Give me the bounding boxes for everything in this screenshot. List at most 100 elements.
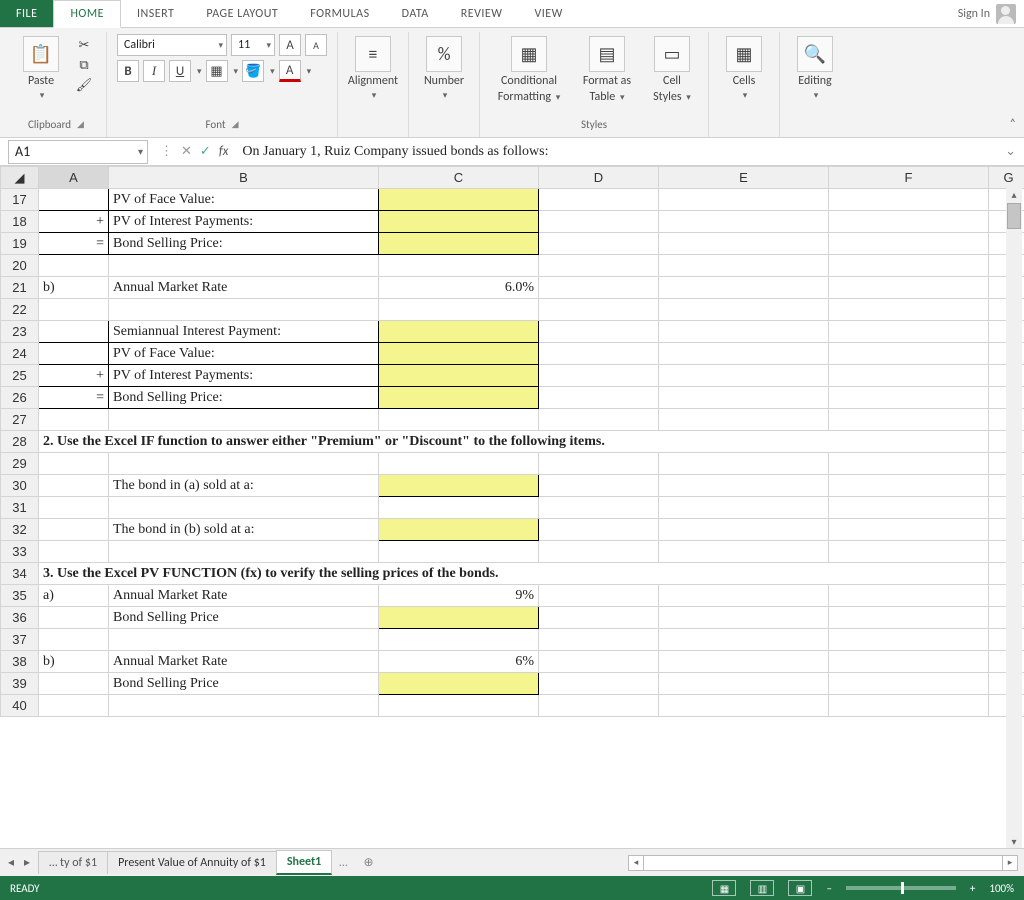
cell[interactable] <box>379 519 539 541</box>
cell[interactable]: = <box>39 233 109 255</box>
alignment-button[interactable]: ≡ Alignment ▾ <box>348 34 398 101</box>
tab-file[interactable]: FILE <box>0 0 53 27</box>
zoom-slider[interactable] <box>846 886 956 890</box>
name-box[interactable]: A1 <box>8 140 148 164</box>
font-launcher-icon[interactable]: ◢ <box>232 119 239 130</box>
zoom-out-icon[interactable]: – <box>826 882 831 895</box>
cell[interactable]: Bond Selling Price <box>109 673 379 695</box>
sheet-tabs-more[interactable]: … <box>331 856 355 870</box>
row-header[interactable]: 28 <box>1 431 39 453</box>
cell[interactable]: Bond Selling Price: <box>109 233 379 255</box>
fill-color-icon[interactable]: 🪣 <box>242 60 264 82</box>
conditional-formatting-button[interactable]: ▦ Conditional Formatting ▾ <box>490 34 568 104</box>
col-header-G[interactable]: G <box>989 167 1024 189</box>
cells-button[interactable]: ▦ Cells ▾ <box>719 34 769 101</box>
view-page-break-icon[interactable]: ▣ <box>788 880 812 896</box>
row-header[interactable]: 21 <box>1 277 39 299</box>
paste-button[interactable]: 📋 Paste ▾ <box>16 34 66 101</box>
new-sheet-icon[interactable]: ⊕ <box>356 855 382 870</box>
cell[interactable] <box>379 607 539 629</box>
row-header[interactable]: 36 <box>1 607 39 629</box>
number-button[interactable]: % Number ▾ <box>419 34 469 101</box>
cell[interactable] <box>379 365 539 387</box>
cell[interactable] <box>379 343 539 365</box>
grow-font-icon[interactable]: A <box>279 34 301 56</box>
row-header[interactable]: 22 <box>1 299 39 321</box>
worksheet-grid[interactable]: ◢ A B C D E F G 17PV of Face Value: 18+P… <box>0 166 1024 848</box>
cell-styles-button[interactable]: ▭ Cell Styles ▾ <box>646 34 698 104</box>
cell[interactable] <box>379 475 539 497</box>
tab-view[interactable]: VIEW <box>518 0 578 27</box>
row-header[interactable]: 24 <box>1 343 39 365</box>
select-all-corner[interactable]: ◢ <box>1 167 39 189</box>
horizontal-scrollbar[interactable]: ◂▸ <box>382 855 1024 871</box>
cell[interactable]: PV of Interest Payments: <box>109 365 379 387</box>
cell[interactable]: The bond in (a) sold at a: <box>109 475 379 497</box>
col-header-F[interactable]: F <box>829 167 989 189</box>
collapse-ribbon-icon[interactable]: ˄ <box>1010 117 1016 131</box>
sheet-tab-sheet1[interactable]: Sheet1 <box>276 850 332 875</box>
col-header-D[interactable]: D <box>539 167 659 189</box>
sheet-tab-pv1[interactable]: … ty of $1 <box>38 851 108 874</box>
expand-formula-bar-icon[interactable]: ⌄ <box>997 144 1024 159</box>
cell[interactable]: PV of Face Value: <box>109 343 379 365</box>
row-header[interactable]: 38 <box>1 651 39 673</box>
font-color-icon[interactable]: A <box>279 60 301 82</box>
formula-menu-icon[interactable]: ⋮ <box>160 144 173 159</box>
font-family-combo[interactable]: Calibri <box>117 34 227 56</box>
copy-icon[interactable]: ⧉ <box>72 56 96 74</box>
view-page-layout-icon[interactable]: ▥ <box>750 880 774 896</box>
cut-icon[interactable]: ✂ <box>72 36 96 54</box>
tab-insert[interactable]: INSERT <box>121 0 190 27</box>
cell[interactable]: b) <box>39 277 109 299</box>
cell[interactable]: 6.0% <box>379 277 539 299</box>
col-header-E[interactable]: E <box>659 167 829 189</box>
font-size-combo[interactable]: 11 <box>231 34 275 56</box>
bold-button[interactable]: B <box>117 60 139 82</box>
row-header[interactable]: 39 <box>1 673 39 695</box>
borders-icon[interactable]: ▦ <box>206 60 228 82</box>
formula-bar[interactable]: On January 1, Ruiz Company issued bonds … <box>236 140 997 164</box>
cell[interactable]: Annual Market Rate <box>109 277 379 299</box>
row-header[interactable]: 30 <box>1 475 39 497</box>
view-normal-icon[interactable]: ▦ <box>712 880 736 896</box>
vertical-scrollbar[interactable]: ▴▾ <box>1006 188 1022 848</box>
cell[interactable]: 3. Use the Excel PV FUNCTION (fx) to ver… <box>39 563 989 585</box>
tab-review[interactable]: REVIEW <box>445 0 519 27</box>
cell[interactable]: Bond Selling Price <box>109 607 379 629</box>
sheet-tab-pv-annuity[interactable]: Present Value of Annuity of $1 <box>107 851 277 874</box>
row-header[interactable]: 18 <box>1 211 39 233</box>
sheet-nav-prev-icon[interactable]: ◂ <box>8 855 14 870</box>
underline-button[interactable]: U <box>169 60 191 82</box>
zoom-level[interactable]: 100% <box>989 882 1014 895</box>
cell[interactable]: + <box>39 211 109 233</box>
cell[interactable]: = <box>39 387 109 409</box>
cell[interactable]: Annual Market Rate <box>109 585 379 607</box>
row-header[interactable]: 17 <box>1 189 39 211</box>
col-header-A[interactable]: A <box>39 167 109 189</box>
cell[interactable]: PV of Interest Payments: <box>109 211 379 233</box>
row-header[interactable]: 31 <box>1 497 39 519</box>
cell[interactable]: 6% <box>379 651 539 673</box>
fx-icon[interactable]: fx <box>219 144 229 159</box>
cell[interactable] <box>379 211 539 233</box>
row-header[interactable]: 20 <box>1 255 39 277</box>
row-header[interactable]: 26 <box>1 387 39 409</box>
sign-in[interactable]: Sign In <box>950 0 1024 27</box>
tab-data[interactable]: DATA <box>386 0 445 27</box>
tab-formulas[interactable]: FORMULAS <box>294 0 385 27</box>
enter-icon[interactable]: ✓ <box>200 144 211 159</box>
cell[interactable]: 9% <box>379 585 539 607</box>
cell[interactable]: Semiannual Interest Payment: <box>109 321 379 343</box>
row-header[interactable]: 35 <box>1 585 39 607</box>
row-header[interactable]: 25 <box>1 365 39 387</box>
cell[interactable]: PV of Face Value: <box>109 189 379 211</box>
format-as-table-button[interactable]: ▤ Format as Table ▾ <box>574 34 640 104</box>
row-header[interactable]: 33 <box>1 541 39 563</box>
sheet-nav-next-icon[interactable]: ▸ <box>24 855 30 870</box>
cell[interactable] <box>379 673 539 695</box>
row-header[interactable]: 40 <box>1 695 39 717</box>
row-header[interactable]: 27 <box>1 409 39 431</box>
cancel-icon[interactable]: ✕ <box>181 144 192 159</box>
row-header[interactable]: 37 <box>1 629 39 651</box>
